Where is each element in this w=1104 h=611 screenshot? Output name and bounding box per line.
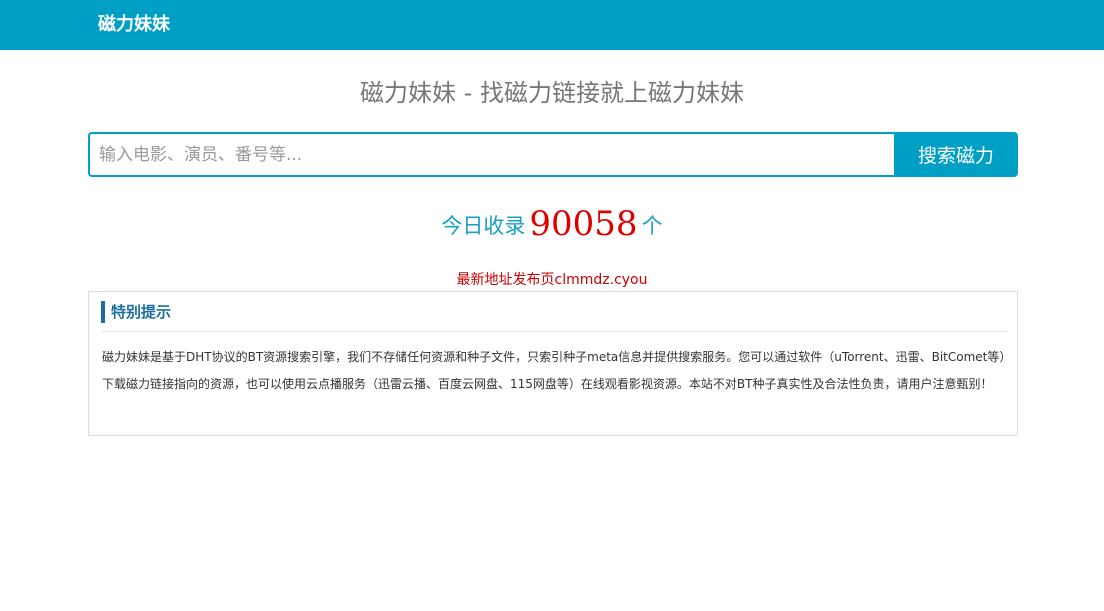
tips-body: 磁力妹妹是基于DHT协议的BT资源搜索引擎，我们不存储任何资源和种子文件，只索引… — [102, 350, 1006, 391]
tips-panel: 特别提示 磁力妹妹是基于DHT协议的BT资源搜索引擎，我们不存储任何资源和种子文… — [88, 291, 1018, 436]
search-input[interactable] — [88, 132, 894, 177]
daily-count-suffix: 个 — [641, 214, 663, 238]
daily-count-number: 90058 — [529, 204, 638, 244]
brand-logo-link[interactable]: 磁力妹妹 — [98, 13, 170, 37]
page-title: 磁力妹妹 - 找磁力链接就上磁力妹妹 — [360, 79, 744, 107]
heading-accent-bar — [101, 301, 105, 323]
daily-count: 今日收录 90058 个 — [0, 198, 1104, 252]
latest-address-link[interactable]: 最新地址发布页clmmdz.cyou — [0, 270, 1104, 290]
tips-title: 特别提示 — [111, 303, 172, 321]
search-button[interactable]: 搜索磁力 — [894, 132, 1018, 177]
search-form: 搜索磁力 — [88, 132, 1018, 177]
top-navbar: 磁力妹妹 — [0, 0, 1104, 50]
tips-panel-heading: 特别提示 — [101, 301, 1007, 332]
daily-count-prefix: 今日收录 — [441, 214, 526, 238]
